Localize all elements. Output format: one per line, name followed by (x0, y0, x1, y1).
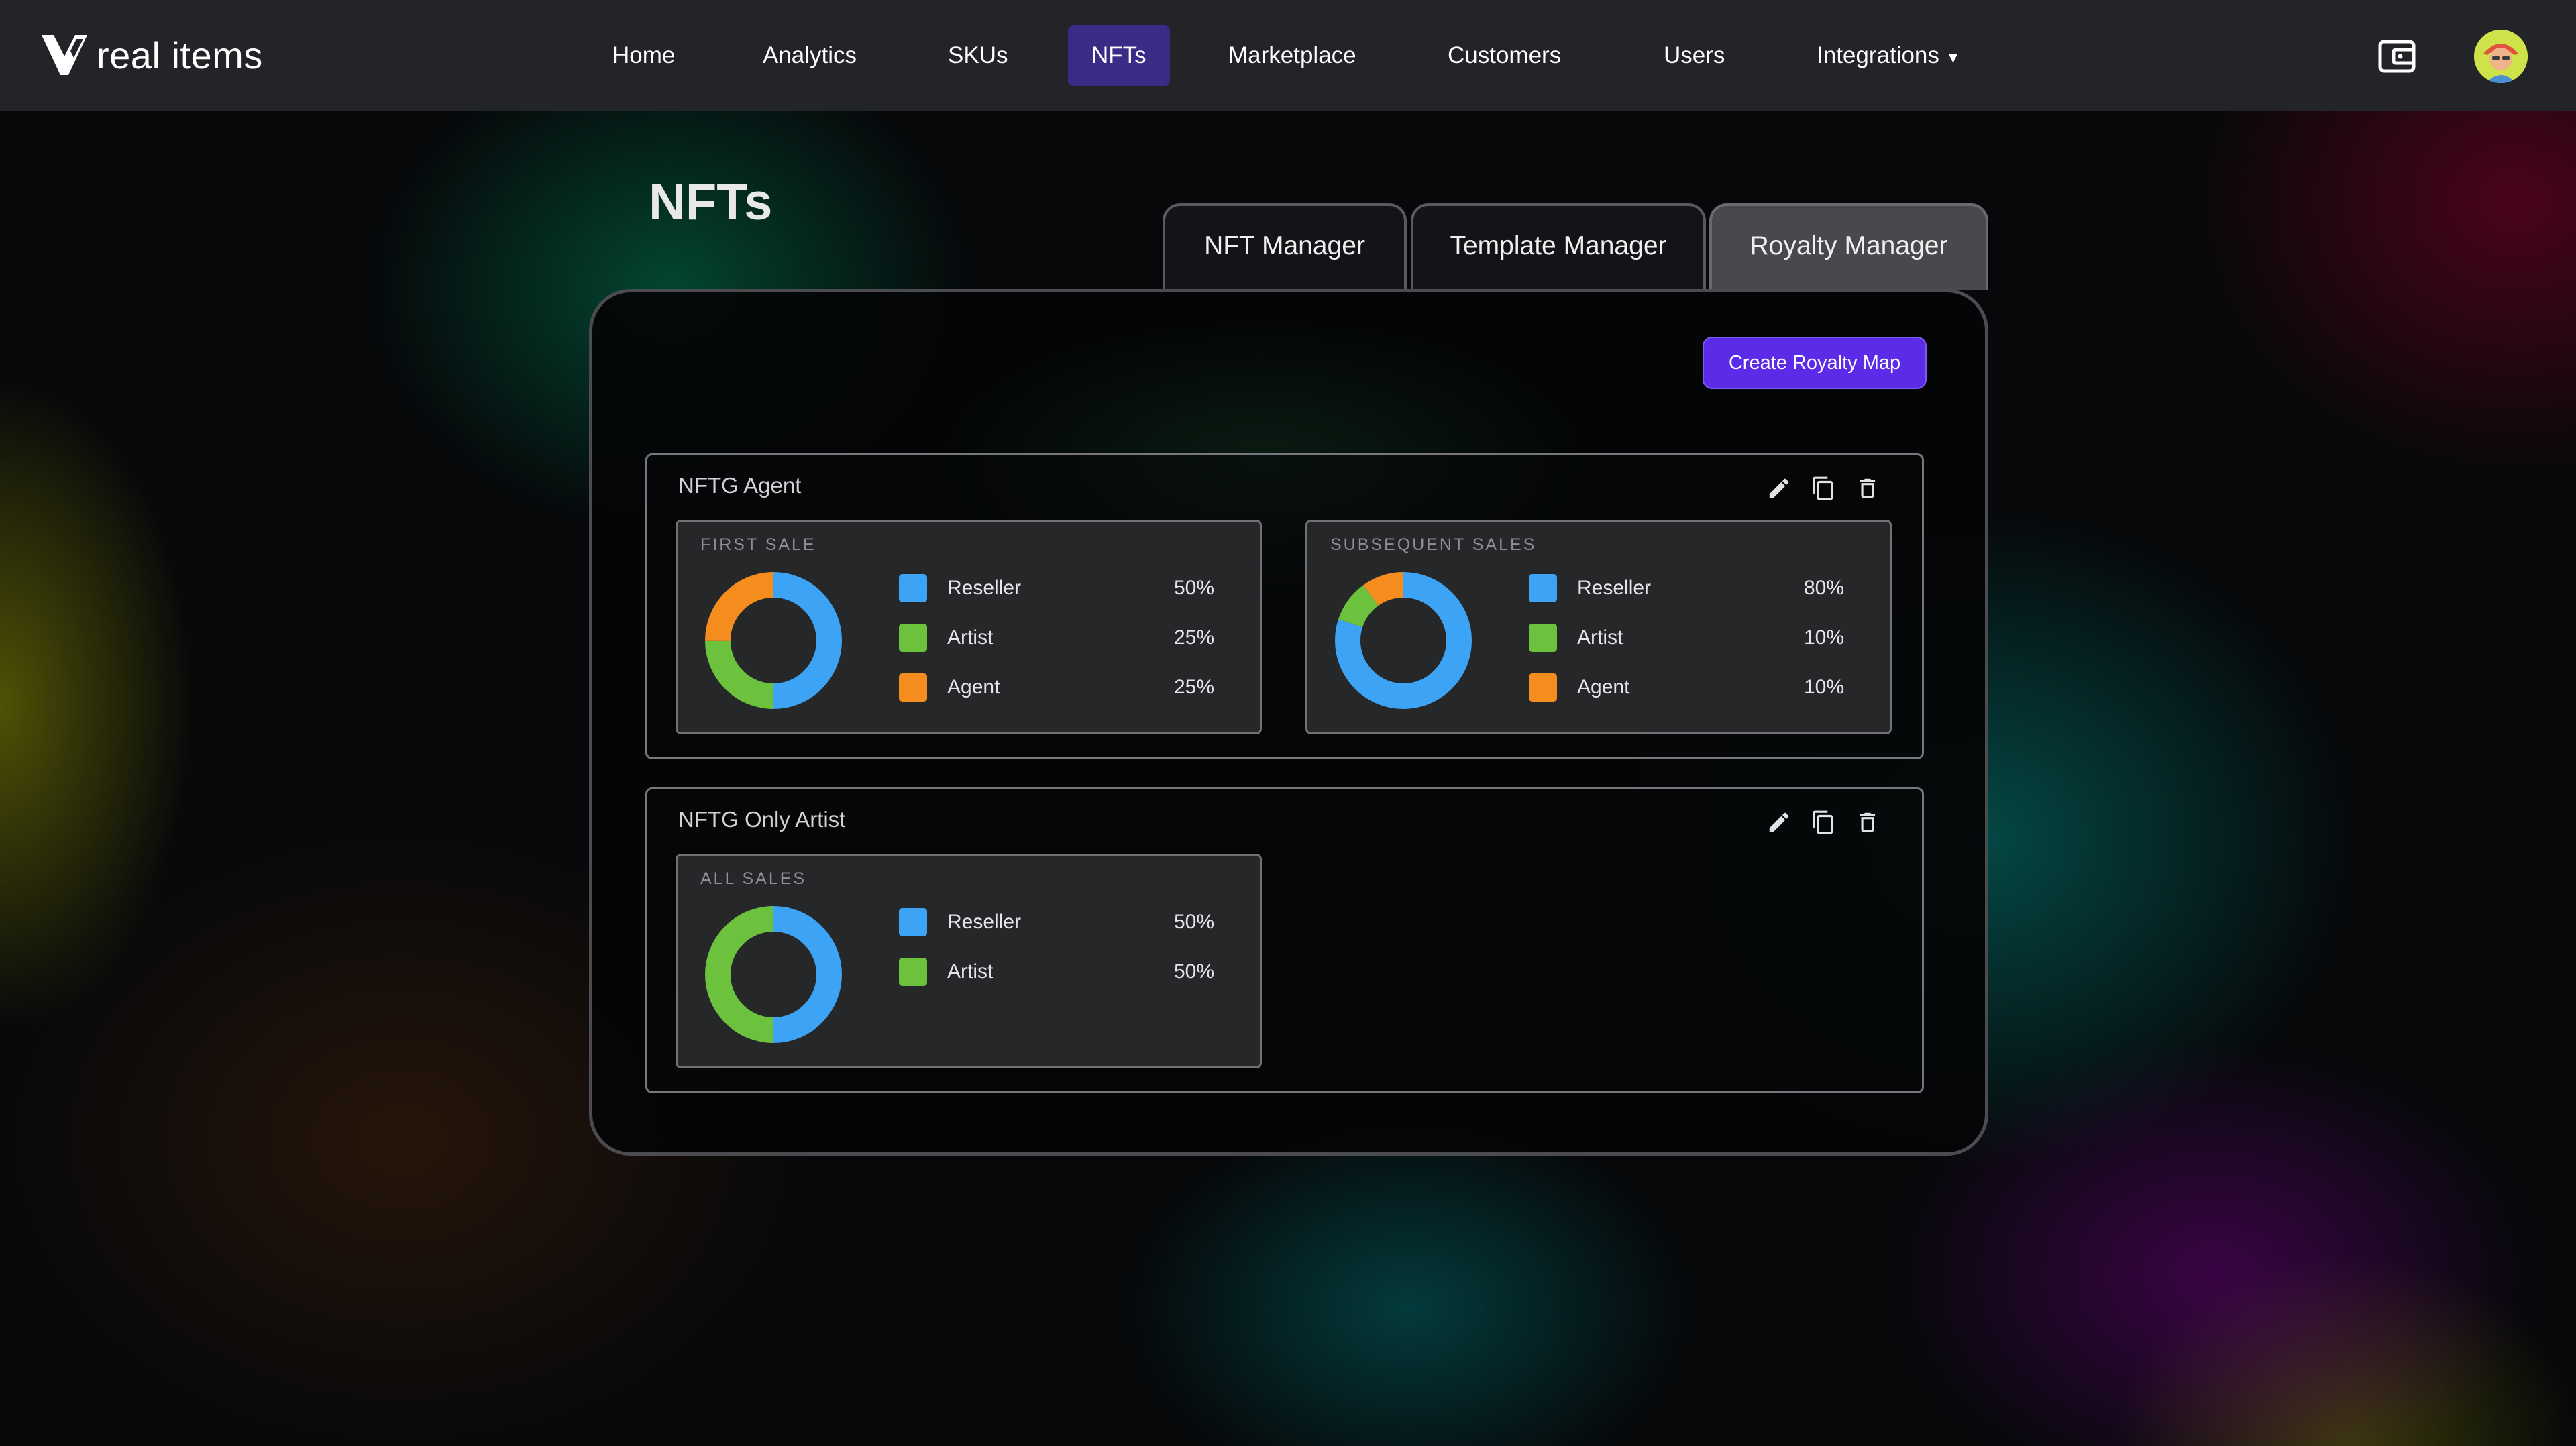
copy-icon[interactable] (1811, 476, 1836, 501)
tab-royalty-manager[interactable]: Royalty Manager (1709, 203, 1988, 290)
legend-row: Artist 25% (899, 622, 1214, 653)
royalty-donut-chart (705, 572, 842, 709)
legend-percent: 10% (1803, 626, 1844, 649)
legend-label: Agent (1577, 676, 1630, 698)
legend-row: Artist 50% (899, 956, 1214, 987)
legend-row: Agent 10% (1529, 672, 1844, 703)
nav-users[interactable]: Users (1664, 25, 1725, 86)
card-actions (1766, 476, 1880, 501)
legend-label: Artist (947, 626, 994, 649)
nav-integrations-label: Integrations (1817, 42, 1939, 68)
legend-percent: 50% (1173, 911, 1214, 933)
legend-row: Reseller 80% (1529, 573, 1844, 604)
avatar-icon (2474, 30, 2528, 83)
royalty-map-name: NFTG Only Artist (678, 807, 846, 832)
royalty-map-card: NFTG Only Artist ALL SALES Reseller 50% … (645, 787, 1924, 1093)
artist-swatch (899, 624, 927, 652)
legend-row: Reseller 50% (899, 907, 1214, 938)
nav-analytics[interactable]: Analytics (763, 25, 857, 86)
royalty-map-card: NFTG Agent FIRST SALE Reseller 50% Artis… (645, 453, 1924, 759)
nav-skus[interactable]: SKUs (948, 25, 1008, 86)
top-navigation-bar: real items Home Analytics SKUs NFTs Mark… (0, 0, 2576, 111)
brand-logo[interactable]: real items (39, 30, 263, 80)
reseller-swatch (1529, 574, 1557, 602)
legend-label: Artist (947, 960, 994, 983)
legend-percent: 50% (1173, 577, 1214, 599)
artist-swatch (1529, 624, 1557, 652)
royalty-donut-chart (705, 906, 842, 1043)
brand-name: real items (97, 34, 263, 76)
legend-percent: 25% (1173, 626, 1214, 649)
nav-customers[interactable]: Customers (1448, 25, 1561, 86)
royalty-share-box: FIRST SALE Reseller 50% Artist 25% Agent… (676, 520, 1262, 734)
royalty-map-name: NFTG Agent (678, 473, 802, 498)
create-royalty-map-button[interactable]: Create Royalty Map (1703, 337, 1927, 389)
artist-swatch (899, 958, 927, 986)
edit-icon[interactable] (1766, 810, 1792, 835)
logo-icon (42, 35, 87, 75)
legend-label: Artist (1577, 626, 1623, 649)
page-title: NFTs (649, 174, 773, 231)
nav-integrations[interactable]: Integrations ▾ (1817, 25, 1957, 86)
legend-percent: 50% (1173, 960, 1214, 983)
tab-template-manager[interactable]: Template Manager (1411, 203, 1706, 290)
chevron-down-icon: ▾ (1948, 47, 1957, 67)
legend-label: Reseller (947, 911, 1022, 933)
nav-nfts[interactable]: NFTs (1068, 25, 1170, 86)
legend-label: Reseller (1577, 577, 1652, 599)
nav-home[interactable]: Home (612, 25, 675, 86)
legend-row: Agent 25% (899, 672, 1214, 703)
legend-percent: 80% (1803, 577, 1844, 599)
tab-nft-manager[interactable]: NFT Manager (1163, 203, 1407, 290)
copy-icon[interactable] (1811, 810, 1836, 835)
royalty-share-box: ALL SALES Reseller 50% Artist 50% (676, 854, 1262, 1068)
legend-row: Artist 10% (1529, 622, 1844, 653)
user-avatar[interactable] (2474, 30, 2528, 83)
royalty-share-box: SUBSEQUENT SALES Reseller 80% Artist 10%… (1305, 520, 1892, 734)
share-label: FIRST SALE (700, 535, 816, 554)
share-label: SUBSEQUENT SALES (1330, 535, 1537, 554)
card-actions (1766, 810, 1880, 835)
delete-icon[interactable] (1855, 476, 1880, 501)
reseller-swatch (899, 908, 927, 936)
legend-percent: 10% (1803, 676, 1844, 698)
agent-swatch (1529, 673, 1557, 702)
delete-icon[interactable] (1855, 810, 1880, 835)
legend-percent: 25% (1173, 676, 1214, 698)
agent-swatch (899, 673, 927, 702)
legend-label: Reseller (947, 577, 1022, 599)
edit-icon[interactable] (1766, 476, 1792, 501)
wallet-icon[interactable] (2377, 38, 2416, 75)
royalty-donut-chart (1335, 572, 1472, 709)
nav-marketplace[interactable]: Marketplace (1228, 25, 1356, 86)
share-label: ALL SALES (700, 869, 807, 888)
legend-row: Reseller 50% (899, 573, 1214, 604)
reseller-swatch (899, 574, 927, 602)
legend-label: Agent (947, 676, 1000, 698)
